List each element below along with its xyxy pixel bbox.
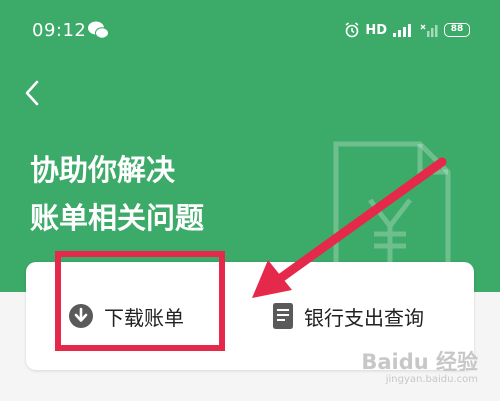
site-watermark: Baidu 经验 jingyan.baidu.com xyxy=(361,350,478,386)
watermark-url: jingyan.baidu.com xyxy=(385,374,478,385)
annotation-arrow xyxy=(252,157,447,298)
watermark-brand: Baidu 经验 xyxy=(361,350,478,374)
